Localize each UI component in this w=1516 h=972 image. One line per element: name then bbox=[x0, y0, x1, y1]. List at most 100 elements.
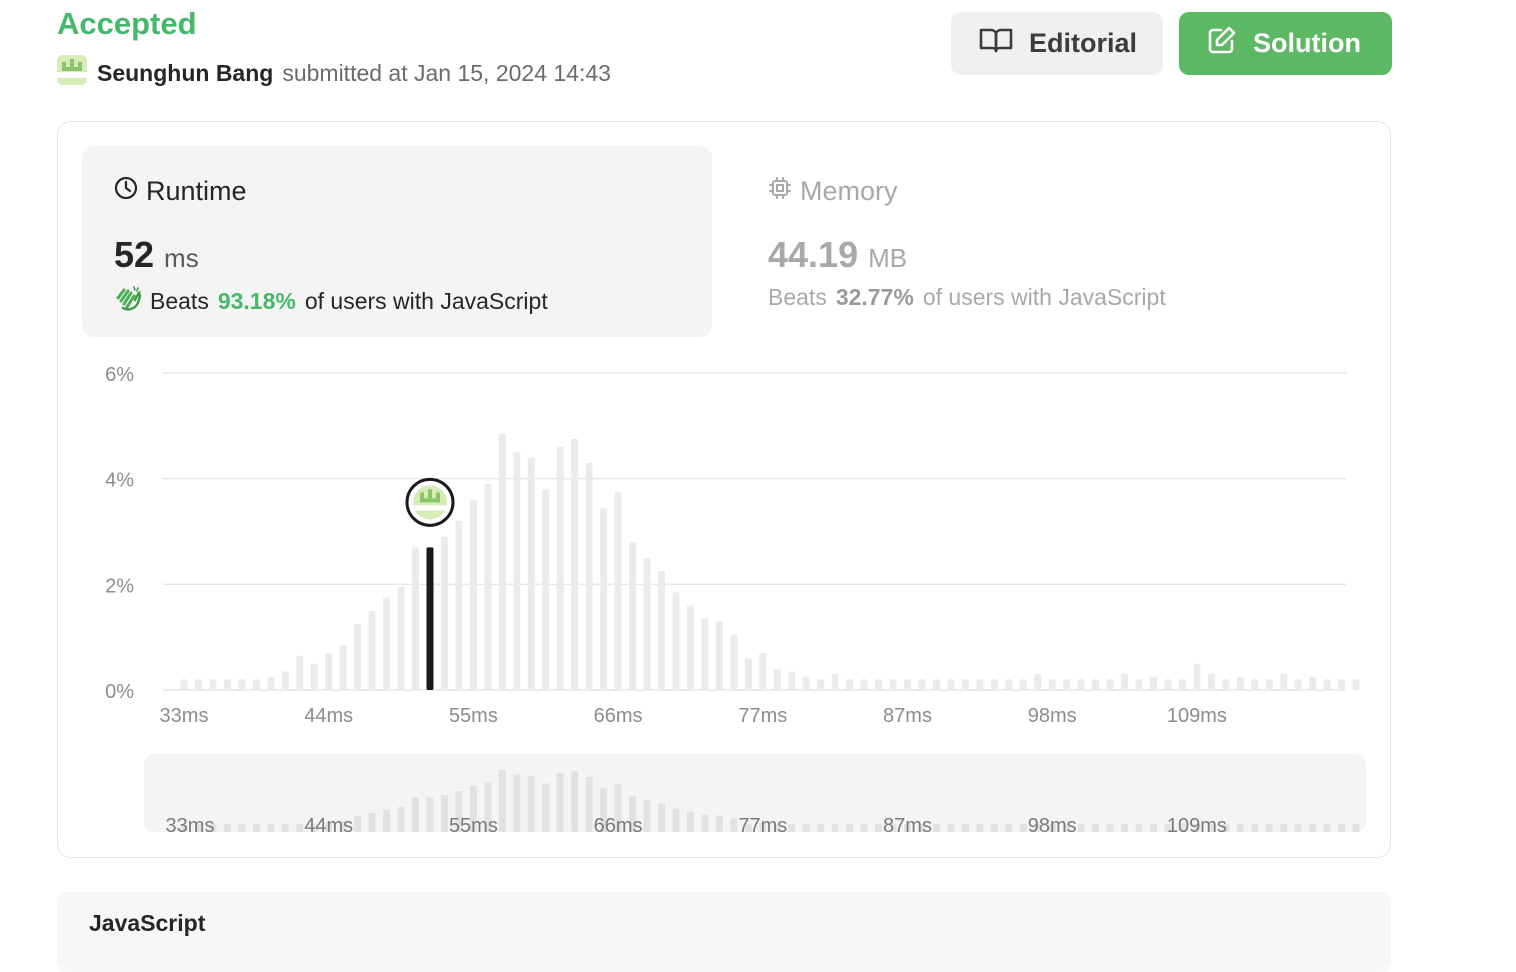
chart-bar[interactable] bbox=[440, 536, 448, 690]
chart-bar[interactable] bbox=[932, 679, 940, 690]
chart-bar[interactable] bbox=[469, 499, 477, 690]
chart-bar[interactable] bbox=[600, 507, 608, 690]
mini-chart-bar bbox=[686, 811, 694, 832]
chart-bar[interactable] bbox=[267, 676, 275, 690]
mini-chart-bar bbox=[701, 814, 709, 832]
chart-bar[interactable] bbox=[1034, 674, 1042, 690]
chart-bar[interactable] bbox=[1265, 679, 1273, 690]
chart-bar[interactable] bbox=[701, 618, 709, 690]
chart-bar[interactable] bbox=[484, 483, 492, 690]
chart-bar[interactable] bbox=[629, 542, 637, 690]
chart-bar[interactable] bbox=[1309, 676, 1317, 690]
chart-bar[interactable] bbox=[672, 592, 680, 690]
user-marker-avatar-pixel bbox=[419, 498, 440, 503]
chart-bar[interactable] bbox=[194, 679, 202, 690]
chart-bar[interactable] bbox=[1121, 674, 1129, 690]
mini-chart-bar bbox=[513, 774, 521, 832]
chart-bar[interactable] bbox=[1063, 679, 1071, 690]
chart-bar[interactable] bbox=[1005, 679, 1013, 690]
chart-bar[interactable] bbox=[238, 679, 246, 690]
chart-bar[interactable] bbox=[527, 457, 535, 690]
mini-chart-bar bbox=[397, 807, 405, 832]
chart-bar[interactable] bbox=[918, 679, 926, 690]
mini-chart-bar bbox=[1323, 824, 1331, 832]
user-runtime-bar[interactable] bbox=[426, 547, 434, 690]
chart-bar[interactable] bbox=[296, 655, 304, 690]
chart-bar[interactable] bbox=[1149, 676, 1157, 690]
chart-bar[interactable] bbox=[368, 610, 376, 690]
chart-bar[interactable] bbox=[788, 671, 796, 690]
chart-bar[interactable] bbox=[846, 679, 854, 690]
chart-bar[interactable] bbox=[1294, 679, 1302, 690]
chart-bar[interactable] bbox=[730, 634, 738, 690]
language-label: JavaScript bbox=[89, 910, 206, 936]
chart-bar[interactable] bbox=[889, 679, 897, 690]
chart-bar[interactable] bbox=[1019, 679, 1027, 690]
chart-bar[interactable] bbox=[1222, 679, 1230, 690]
chart-bar[interactable] bbox=[990, 679, 998, 690]
chart-bar[interactable] bbox=[947, 679, 955, 690]
chart-bar[interactable] bbox=[209, 679, 217, 690]
mini-chart-bar bbox=[267, 824, 275, 832]
chart-bar[interactable] bbox=[614, 491, 622, 690]
chart-bar[interactable] bbox=[1352, 679, 1360, 690]
chart-bar[interactable] bbox=[180, 679, 188, 690]
chart-bar[interactable] bbox=[1135, 679, 1143, 690]
mini-chart-bar bbox=[947, 824, 955, 832]
chart-bar[interactable] bbox=[339, 645, 347, 690]
chart-bar[interactable] bbox=[1193, 663, 1201, 690]
runtime-distribution-chart: 0% 2% 4% 6% 33ms 44ms 55ms 66ms 77ms 87ms 98ms 109m… bbox=[105, 364, 1366, 837]
mini-chart-bar bbox=[875, 824, 883, 832]
chart-bar[interactable] bbox=[383, 597, 391, 690]
chart-bar[interactable] bbox=[513, 452, 521, 690]
chart-bar[interactable] bbox=[455, 520, 463, 690]
chart-bar[interactable] bbox=[397, 586, 405, 690]
chart-bar[interactable] bbox=[252, 679, 260, 690]
chart-bar[interactable] bbox=[1207, 674, 1215, 690]
chart-bar[interactable] bbox=[1164, 679, 1172, 690]
chart-bar[interactable] bbox=[412, 547, 420, 690]
chart-bar[interactable] bbox=[556, 446, 564, 690]
chart-bar[interactable] bbox=[223, 679, 231, 690]
mini-chart-bar bbox=[1265, 824, 1273, 832]
chart-bar[interactable] bbox=[542, 489, 550, 690]
chart-bar[interactable] bbox=[354, 623, 362, 690]
chart-bar[interactable] bbox=[281, 671, 289, 690]
chart-bar[interactable] bbox=[1323, 679, 1331, 690]
chart-bar[interactable] bbox=[310, 663, 318, 690]
chart-bar[interactable] bbox=[1251, 679, 1259, 690]
chart-bar[interactable] bbox=[817, 679, 825, 690]
chart-bar[interactable] bbox=[658, 571, 666, 690]
chart-bar[interactable] bbox=[643, 557, 651, 690]
chart-bar[interactable] bbox=[571, 439, 579, 690]
chart-bar[interactable] bbox=[1106, 679, 1114, 690]
chart-bar[interactable] bbox=[585, 462, 593, 690]
chart-bar[interactable] bbox=[1338, 679, 1346, 690]
chart-bar[interactable] bbox=[875, 679, 883, 690]
chart-bar[interactable] bbox=[802, 676, 810, 690]
chart-bar[interactable] bbox=[860, 679, 868, 690]
chart-bar[interactable] bbox=[1178, 679, 1186, 690]
mini-chart-bar bbox=[571, 771, 579, 832]
chart-bar[interactable] bbox=[1280, 674, 1288, 690]
chart-bar[interactable] bbox=[904, 679, 911, 690]
chart-bar[interactable] bbox=[1048, 679, 1056, 690]
mini-chart-bar bbox=[788, 824, 796, 832]
mini-chart-bar bbox=[527, 775, 535, 832]
chart-bar[interactable] bbox=[498, 433, 506, 690]
chart-bar[interactable] bbox=[831, 674, 839, 690]
chart-bar[interactable] bbox=[1236, 676, 1244, 690]
chart-bar[interactable] bbox=[759, 653, 767, 690]
mini-chart-bar bbox=[1019, 824, 1027, 832]
chart-bar[interactable] bbox=[773, 668, 781, 690]
chart-bar[interactable] bbox=[715, 621, 723, 690]
chart-bar[interactable] bbox=[686, 605, 694, 690]
mini-chart-bar bbox=[296, 823, 304, 832]
mini-chart-bar bbox=[990, 824, 998, 832]
chart-bar[interactable] bbox=[976, 679, 984, 690]
chart-bar[interactable] bbox=[1077, 679, 1085, 690]
chart-bar[interactable] bbox=[744, 658, 752, 690]
chart-bar[interactable] bbox=[961, 679, 969, 690]
chart-bar[interactable] bbox=[1092, 679, 1100, 690]
chart-bar[interactable] bbox=[325, 653, 333, 690]
